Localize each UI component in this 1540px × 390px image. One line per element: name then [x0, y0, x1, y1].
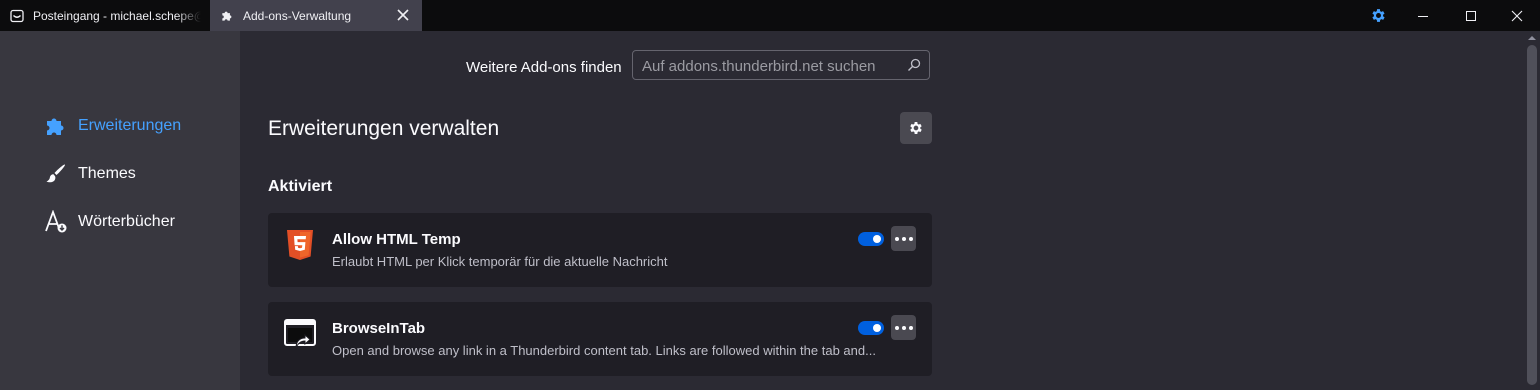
find-addons-label: Weitere Add-ons finden [466, 59, 622, 76]
addon-description: Erlaubt HTML per Klick temporär für die … [332, 254, 668, 269]
sidebar-item-label: Themes [78, 165, 136, 182]
tools-button[interactable] [900, 112, 932, 144]
maximize-icon [1466, 10, 1476, 21]
sidebar-item-label: Wörterbücher [78, 213, 175, 230]
enable-toggle[interactable] [858, 232, 884, 246]
search-input[interactable] [633, 51, 904, 81]
section-heading-enabled: Aktiviert [268, 178, 333, 195]
addons-main: Weitere Add-ons finden Erweiterungen ver… [240, 31, 1525, 390]
page-title: Erweiterungen verwalten [268, 117, 500, 140]
gear-icon[interactable] [1370, 7, 1387, 24]
scrollbar[interactable] [1525, 31, 1540, 390]
tab-inbox[interactable]: Posteingang - michael.schepe@ [0, 0, 210, 31]
categories-sidebar: Erweiterungen Themes Wörterbücher [0, 31, 240, 390]
scroll-thumb[interactable] [1527, 45, 1537, 385]
scroll-up-arrow-icon[interactable] [1528, 34, 1536, 42]
toggle-knob [873, 324, 881, 332]
gear-icon [910, 122, 922, 134]
toggle-knob [873, 235, 881, 243]
sidebar-item-themes[interactable]: Themes [44, 162, 136, 186]
inbox-icon [10, 9, 24, 22]
minimize-button[interactable] [1400, 0, 1446, 31]
browse-in-tab-icon [284, 319, 316, 349]
search-box[interactable] [632, 50, 930, 81]
addon-description: Open and browse any link in a Thunderbir… [332, 343, 876, 358]
maximize-button[interactable] [1448, 0, 1494, 31]
addon-card[interactable]: Allow HTML Temp Erlaubt HTML per Klick t… [268, 213, 932, 287]
addon-name: Allow HTML Temp [332, 231, 461, 248]
addon-card[interactable]: BrowseInTab Open and browse any link in … [268, 302, 932, 376]
sidebar-item-label: Erweiterungen [78, 117, 182, 134]
close-icon [1511, 10, 1523, 21]
enable-toggle[interactable] [858, 321, 884, 335]
search-icon[interactable] [907, 58, 921, 72]
sidebar-item-dictionaries[interactable]: Wörterbücher [44, 210, 175, 234]
tab-addons-manager[interactable]: Add-ons-Verwaltung [210, 0, 422, 31]
title-bar: Posteingang - michael.schepe@ Add-ons-Ve… [0, 0, 1540, 31]
dictionary-icon [45, 210, 67, 233]
html5-icon [287, 230, 313, 260]
window-close-button[interactable] [1494, 0, 1540, 31]
sidebar-item-extensions[interactable]: Erweiterungen [44, 114, 181, 138]
puzzle-icon [47, 118, 64, 135]
more-options-button[interactable] [891, 315, 916, 340]
close-icon[interactable] [396, 8, 410, 22]
tab-label: Posteingang - michael.schepe@ [33, 8, 201, 23]
tab-label: Add-ons-Verwaltung [243, 8, 352, 23]
brush-icon [46, 164, 66, 183]
more-options-button[interactable] [891, 226, 916, 251]
minimize-icon [1418, 15, 1428, 17]
addon-name: BrowseInTab [332, 320, 426, 337]
puzzle-icon [222, 11, 232, 21]
